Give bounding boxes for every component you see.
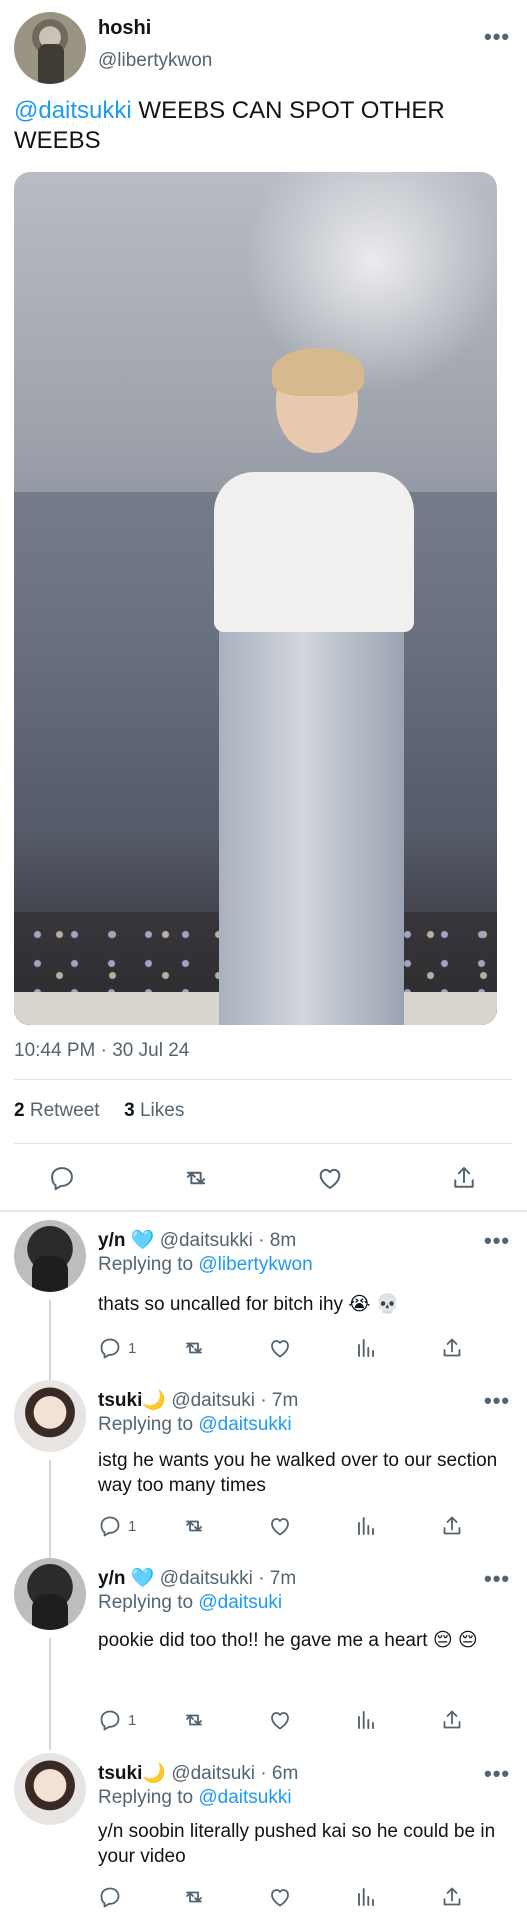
more-icon[interactable]: ••• [484,1566,510,1592]
like-icon[interactable] [268,1885,292,1909]
share-icon[interactable] [440,1708,464,1732]
like-icon[interactable] [316,1164,344,1192]
retweet-icon[interactable] [182,1708,206,1732]
like-count[interactable]: 3 [124,1100,135,1121]
reply-time: · 7m [258,1568,297,1589]
retweet-count[interactable]: 2 [14,1100,25,1121]
like-label[interactable]: Likes [140,1100,184,1121]
badge-emoji: 🌙 [142,1390,167,1411]
user-handle[interactable]: @daitsukki [160,1230,253,1251]
retweet-icon[interactable] [182,1336,206,1360]
share-icon[interactable] [450,1164,478,1192]
replying-label: Replying to [98,1592,199,1613]
reply-actions [98,1883,498,1911]
reply-text: thats so uncalled for bitch ihy 😭 💀 [98,1294,400,1315]
reply-count: 1 [128,1340,137,1357]
reply-text: istg he wants you he walked over to our … [98,1450,498,1496]
reply-header: tsuki🌙 @daitsuki · 7m [98,1388,298,1412]
like-icon[interactable] [268,1708,292,1732]
display-name[interactable]: tsuki [98,1390,142,1411]
avatar[interactable] [14,1558,86,1630]
reply-header: y/n 🩵 @daitsukki · 8m [98,1228,296,1252]
replying-label: Replying to [98,1414,199,1435]
thread-line [49,1300,51,1388]
mention-link[interactable]: @daitsukki [14,97,132,124]
display-name[interactable]: hoshi [98,17,151,40]
avatar[interactable] [14,1380,86,1452]
reply-icon[interactable] [98,1514,122,1538]
performer-shirt [214,472,414,632]
more-icon[interactable]: ••• [484,1761,510,1787]
mention-link[interactable]: @daitsukki [198,1787,291,1808]
share-icon[interactable] [440,1514,464,1538]
reply-icon[interactable] [98,1336,122,1360]
reply-count: 1 [128,1518,137,1535]
avatar[interactable] [14,1753,86,1825]
section-separator [0,1210,527,1212]
mention-link[interactable]: @daitsuki [198,1592,282,1613]
share-icon[interactable] [440,1336,464,1360]
display-name[interactable]: tsuki [98,1763,142,1784]
mention-link[interactable]: @libertykwon [198,1254,312,1275]
replying-to: Replying to @libertykwon [98,1254,313,1276]
display-name[interactable]: y/n [98,1568,125,1589]
reply-text: pookie did too tho!! he gave me a heart … [98,1630,478,1651]
divider [14,1143,513,1144]
display-name[interactable]: y/n [98,1230,125,1251]
badge-emoji: 🌙 [142,1763,167,1784]
retweet-icon[interactable] [182,1164,210,1192]
views-icon[interactable] [354,1336,378,1360]
reply-actions: 1 [98,1706,498,1734]
retweet-icon[interactable] [182,1514,206,1538]
tweet-actions [0,1160,527,1196]
replying-label: Replying to [98,1787,199,1808]
retweet-icon[interactable] [182,1885,206,1909]
more-icon[interactable]: ••• [484,1228,510,1254]
user-handle[interactable]: @daitsuki [171,1390,255,1411]
more-icon[interactable]: ••• [484,1388,510,1414]
tweet-stats: 2 Retweet 3 Likes [14,1100,184,1122]
badge-emoji: 🩵 [130,1230,155,1251]
user-handle[interactable]: @libertykwon [98,50,212,72]
reply-text: y/n soobin literally pushed kai so he co… [98,1821,496,1867]
performer-hair [272,348,364,396]
reply-header: tsuki🌙 @daitsuki · 6m [98,1761,298,1785]
like-icon[interactable] [268,1336,292,1360]
user-handle[interactable]: @daitsuki [171,1763,255,1784]
tweet-photo[interactable] [14,172,497,1025]
share-icon[interactable] [440,1885,464,1909]
reply-icon[interactable] [98,1708,122,1732]
avatar[interactable] [14,1220,86,1292]
reply-time: · 7m [260,1390,299,1411]
like-icon[interactable] [268,1514,292,1538]
tweet-timestamp: 10:44 PM · 30 Jul 24 [14,1040,190,1061]
user-handle[interactable]: @daitsukki [160,1568,253,1589]
reply-count: 1 [128,1712,137,1729]
views-icon[interactable] [354,1885,378,1909]
views-icon[interactable] [354,1708,378,1732]
more-icon[interactable]: ••• [484,24,510,50]
replying-to: Replying to @daitsukki [98,1414,292,1436]
reply-actions: 1 [98,1512,498,1540]
replying-label: Replying to [98,1254,199,1275]
tweet-text: @daitsukki WEEBS CAN SPOT OTHER WEEBS [14,96,494,156]
retweet-label[interactable]: Retweet [30,1100,100,1121]
mention-link[interactable]: @daitsukki [198,1414,291,1435]
views-icon[interactable] [354,1514,378,1538]
thread-line [49,1638,51,1750]
divider [14,1079,513,1080]
badge-emoji: 🩵 [130,1568,155,1589]
reply-time: · 8m [258,1230,297,1251]
reply-icon[interactable] [48,1164,76,1192]
replying-to: Replying to @daitsukki [98,1787,292,1809]
thread-line [49,1460,51,1570]
replying-to: Replying to @daitsuki [98,1592,282,1614]
reply-actions: 1 [98,1334,498,1362]
avatar[interactable] [14,12,86,84]
reply-time: · 6m [260,1763,299,1784]
reply-header: y/n 🩵 @daitsukki · 7m [98,1566,296,1590]
reply-icon[interactable] [98,1885,122,1909]
